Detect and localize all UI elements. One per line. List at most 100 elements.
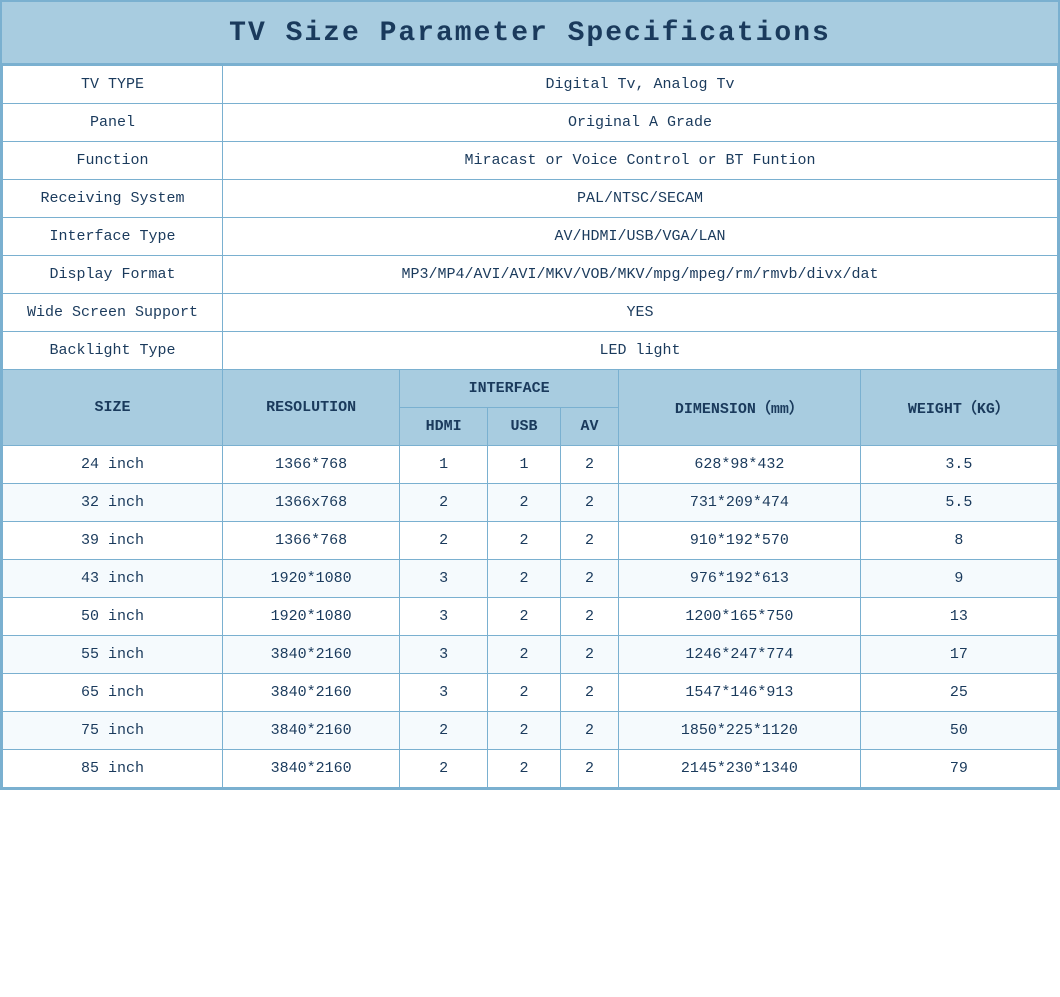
spec-label: Receiving System bbox=[3, 180, 223, 218]
cell-weight: 9 bbox=[860, 560, 1057, 598]
table-row: 50 inch 1920*1080 3 2 2 1200*165*750 13 bbox=[3, 598, 1058, 636]
cell-av: 2 bbox=[560, 712, 618, 750]
cell-usb: 2 bbox=[488, 484, 561, 522]
cell-usb: 2 bbox=[488, 712, 561, 750]
table-row: 75 inch 3840*2160 2 2 2 1850*225*1120 50 bbox=[3, 712, 1058, 750]
spec-label: TV TYPE bbox=[3, 66, 223, 104]
cell-resolution: 3840*2160 bbox=[223, 674, 400, 712]
spec-label: Backlight Type bbox=[3, 332, 223, 370]
cell-size: 32 inch bbox=[3, 484, 223, 522]
cell-weight: 17 bbox=[860, 636, 1057, 674]
page-title: TV Size Parameter Specifications bbox=[2, 2, 1058, 65]
spec-row-0: TV TYPE Digital Tv, Analog Tv bbox=[3, 66, 1058, 104]
cell-resolution: 3840*2160 bbox=[223, 750, 400, 788]
cell-hdmi: 1 bbox=[400, 446, 488, 484]
cell-size: 50 inch bbox=[3, 598, 223, 636]
spec-value: LED light bbox=[223, 332, 1058, 370]
col-weight-header: WEIGHT（KG） bbox=[860, 370, 1057, 446]
spec-row-7: Backlight Type LED light bbox=[3, 332, 1058, 370]
cell-resolution: 1920*1080 bbox=[223, 598, 400, 636]
cell-dimension: 2145*230*1340 bbox=[618, 750, 860, 788]
cell-weight: 13 bbox=[860, 598, 1057, 636]
spec-label: Wide Screen Support bbox=[3, 294, 223, 332]
cell-resolution: 1920*1080 bbox=[223, 560, 400, 598]
cell-dimension: 1850*225*1120 bbox=[618, 712, 860, 750]
table-row: 32 inch 1366x768 2 2 2 731*209*474 5.5 bbox=[3, 484, 1058, 522]
specs-table: TV TYPE Digital Tv, Analog Tv Panel Orig… bbox=[2, 65, 1058, 788]
cell-hdmi: 3 bbox=[400, 560, 488, 598]
table-row: 24 inch 1366*768 1 1 2 628*98*432 3.5 bbox=[3, 446, 1058, 484]
cell-usb: 2 bbox=[488, 674, 561, 712]
spec-row-3: Receiving System PAL/NTSC/SECAM bbox=[3, 180, 1058, 218]
cell-usb: 2 bbox=[488, 598, 561, 636]
cell-usb: 2 bbox=[488, 522, 561, 560]
spec-row-1: Panel Original A Grade bbox=[3, 104, 1058, 142]
cell-weight: 3.5 bbox=[860, 446, 1057, 484]
spec-row-5: Display Format MP3/MP4/AVI/AVI/MKV/VOB/M… bbox=[3, 256, 1058, 294]
cell-dimension: 1246*247*774 bbox=[618, 636, 860, 674]
col-usb-header: USB bbox=[488, 408, 561, 446]
cell-weight: 8 bbox=[860, 522, 1057, 560]
cell-hdmi: 3 bbox=[400, 598, 488, 636]
cell-av: 2 bbox=[560, 446, 618, 484]
cell-size: 75 inch bbox=[3, 712, 223, 750]
spec-value: Original A Grade bbox=[223, 104, 1058, 142]
col-interface-header: INTERFACE bbox=[400, 370, 619, 408]
cell-resolution: 3840*2160 bbox=[223, 636, 400, 674]
cell-av: 2 bbox=[560, 522, 618, 560]
cell-dimension: 1547*146*913 bbox=[618, 674, 860, 712]
spec-label: Interface Type bbox=[3, 218, 223, 256]
cell-resolution: 3840*2160 bbox=[223, 712, 400, 750]
cell-resolution: 1366*768 bbox=[223, 522, 400, 560]
cell-usb: 2 bbox=[488, 750, 561, 788]
spec-row-4: Interface Type AV/HDMI/USB/VGA/LAN bbox=[3, 218, 1058, 256]
cell-hdmi: 3 bbox=[400, 674, 488, 712]
cell-hdmi: 2 bbox=[400, 522, 488, 560]
table-row: 55 inch 3840*2160 3 2 2 1246*247*774 17 bbox=[3, 636, 1058, 674]
cell-hdmi: 2 bbox=[400, 750, 488, 788]
spec-value: Miracast or Voice Control or BT Funtion bbox=[223, 142, 1058, 180]
spec-value: Digital Tv, Analog Tv bbox=[223, 66, 1058, 104]
cell-hdmi: 2 bbox=[400, 712, 488, 750]
spec-value: PAL/NTSC/SECAM bbox=[223, 180, 1058, 218]
cell-weight: 25 bbox=[860, 674, 1057, 712]
cell-av: 2 bbox=[560, 750, 618, 788]
cell-size: 24 inch bbox=[3, 446, 223, 484]
cell-hdmi: 3 bbox=[400, 636, 488, 674]
table-row: 43 inch 1920*1080 3 2 2 976*192*613 9 bbox=[3, 560, 1058, 598]
cell-weight: 5.5 bbox=[860, 484, 1057, 522]
col-hdmi-header: HDMI bbox=[400, 408, 488, 446]
cell-hdmi: 2 bbox=[400, 484, 488, 522]
col-av-header: AV bbox=[560, 408, 618, 446]
cell-size: 65 inch bbox=[3, 674, 223, 712]
cell-weight: 79 bbox=[860, 750, 1057, 788]
cell-dimension: 628*98*432 bbox=[618, 446, 860, 484]
cell-size: 43 inch bbox=[3, 560, 223, 598]
spec-label: Panel bbox=[3, 104, 223, 142]
col-size-header: SIZE bbox=[3, 370, 223, 446]
spec-row-6: Wide Screen Support YES bbox=[3, 294, 1058, 332]
cell-av: 2 bbox=[560, 598, 618, 636]
cell-size: 55 inch bbox=[3, 636, 223, 674]
page-container: TV Size Parameter Specifications TV TYPE… bbox=[0, 0, 1060, 790]
cell-resolution: 1366*768 bbox=[223, 446, 400, 484]
cell-weight: 50 bbox=[860, 712, 1057, 750]
col-resolution-header: RESOLUTION bbox=[223, 370, 400, 446]
spec-value: YES bbox=[223, 294, 1058, 332]
cell-dimension: 976*192*613 bbox=[618, 560, 860, 598]
cell-usb: 1 bbox=[488, 446, 561, 484]
cell-size: 85 inch bbox=[3, 750, 223, 788]
cell-usb: 2 bbox=[488, 636, 561, 674]
spec-row-2: Function Miracast or Voice Control or BT… bbox=[3, 142, 1058, 180]
cell-dimension: 731*209*474 bbox=[618, 484, 860, 522]
table-row: 39 inch 1366*768 2 2 2 910*192*570 8 bbox=[3, 522, 1058, 560]
spec-value: MP3/MP4/AVI/AVI/MKV/VOB/MKV/mpg/mpeg/rm/… bbox=[223, 256, 1058, 294]
cell-dimension: 910*192*570 bbox=[618, 522, 860, 560]
cell-usb: 2 bbox=[488, 560, 561, 598]
size-table-header-row1: SIZE RESOLUTION INTERFACE DIMENSION（mm） … bbox=[3, 370, 1058, 408]
cell-av: 2 bbox=[560, 674, 618, 712]
cell-av: 2 bbox=[560, 636, 618, 674]
spec-label: Function bbox=[3, 142, 223, 180]
cell-av: 2 bbox=[560, 484, 618, 522]
col-dimension-header: DIMENSION（mm） bbox=[618, 370, 860, 446]
